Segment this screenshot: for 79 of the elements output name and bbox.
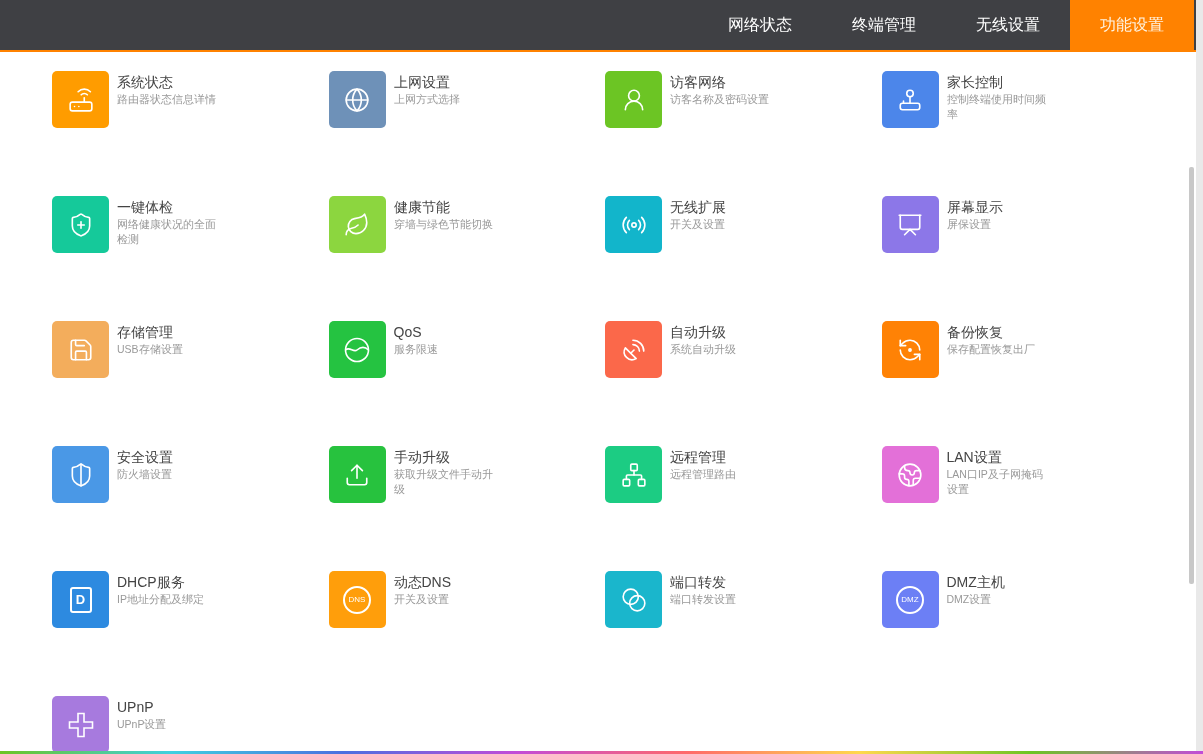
overlapping-circles-icon (620, 586, 647, 613)
feature-title: LAN设置 (946, 448, 1003, 466)
scrollbar[interactable] (1189, 167, 1194, 584)
app-tile[interactable] (328, 196, 386, 253)
feature-description: 服务限速 (393, 342, 439, 357)
nav-tab[interactable]: 终端管理 (822, 0, 946, 50)
feature-title: 一键体检 (117, 198, 174, 216)
feature-title: 家长控制 (946, 73, 1004, 91)
feature-description: 开关及设置 (393, 592, 450, 607)
wave-circle-icon (344, 336, 370, 363)
feature-description: 上网方式选择 (393, 92, 461, 107)
feature-description: 防火墙设置 (117, 467, 173, 482)
feature-title: 访客网络 (670, 73, 727, 91)
app-tile[interactable]: DNS (328, 571, 386, 628)
feature-description: 访客名称及密码设置 (670, 92, 770, 107)
feature-title: UPnP (117, 698, 155, 716)
satellite-dish-icon (620, 336, 647, 363)
feature-description: 屏保设置 (946, 217, 992, 232)
feature-description: UPnP设置 (117, 717, 168, 732)
feature-description: LAN口IP及子网掩码设置 (946, 467, 1044, 497)
app-tile[interactable] (605, 321, 662, 378)
app-tile[interactable] (328, 321, 386, 378)
feature-title: 端口转发 (670, 573, 727, 591)
feature-description: 端口转发设置 (670, 592, 737, 607)
globe-icon (897, 461, 923, 488)
router-icon (67, 86, 94, 113)
app-tile[interactable] (881, 446, 939, 503)
app-tile[interactable] (328, 446, 386, 503)
app-tile[interactable]: D (52, 571, 109, 628)
app-tile[interactable] (605, 196, 662, 253)
feature-title: 屏幕显示 (946, 198, 1004, 216)
feature-description: USB存储设置 (117, 342, 184, 357)
feature-description: 控制终端使用时间频率 (946, 92, 1047, 122)
app-tile[interactable] (881, 196, 939, 253)
feature-description: 开关及设置 (670, 217, 726, 232)
refresh-icon (897, 336, 923, 363)
feature-description: IP地址分配及绑定 (117, 592, 205, 607)
feature-title: 手动升级 (393, 448, 451, 466)
feature-description: 远程管理路由 (670, 467, 737, 482)
app-tile[interactable] (52, 696, 109, 753)
feature-title: 健康节能 (393, 198, 451, 216)
feature-description: DMZ设置 (946, 592, 993, 607)
app-tile[interactable] (605, 446, 662, 503)
feature-title: 系统状态 (117, 73, 174, 91)
feature-title: 上网设置 (393, 73, 451, 91)
app-tile[interactable] (52, 71, 109, 128)
feature-title: 自动升级 (670, 323, 727, 341)
feature-description: 路由器状态信息详情 (117, 92, 217, 107)
feature-title: QoS (393, 323, 423, 341)
nav-tab[interactable]: 无线设置 (946, 0, 1070, 50)
app-tile[interactable] (52, 446, 109, 503)
app-tile[interactable] (605, 71, 662, 128)
feature-description: 保存配置恢复出厂 (946, 342, 1036, 357)
feature-description: 获取升级文件手动升级 (393, 467, 494, 497)
globe-icon (344, 86, 370, 113)
feature-title: 安全设置 (117, 448, 174, 466)
app-tile[interactable] (881, 71, 939, 128)
feature-title: 无线扩展 (670, 198, 727, 216)
app-tile[interactable] (881, 321, 939, 378)
feature-description: 穿墙与绿色节能切换 (393, 217, 494, 232)
feature-title: DMZ主机 (946, 573, 1006, 591)
leaf-icon (344, 211, 370, 238)
feature-description: 网络健康状况的全面检测 (117, 217, 217, 247)
network-icon (620, 461, 647, 488)
feature-title: DHCP服务 (117, 573, 186, 591)
app-tile[interactable]: DMZ (881, 571, 939, 628)
screen-icon (897, 211, 923, 238)
nav-tab[interactable]: 功能设置 (1070, 0, 1194, 50)
document-letter-icon: D (69, 586, 92, 613)
feature-title: 备份恢复 (946, 323, 1004, 341)
feature-title: 远程管理 (670, 448, 727, 466)
app-tile[interactable] (328, 71, 386, 128)
feature-description: 系统自动升级 (670, 342, 737, 357)
feature-title: 存储管理 (117, 323, 174, 341)
app-tile[interactable] (52, 196, 109, 253)
app-tile[interactable] (605, 571, 662, 628)
nav-tab[interactable]: 网络状态 (698, 0, 822, 50)
app-tile[interactable] (52, 321, 109, 378)
feature-title: 动态DNS (393, 573, 453, 591)
